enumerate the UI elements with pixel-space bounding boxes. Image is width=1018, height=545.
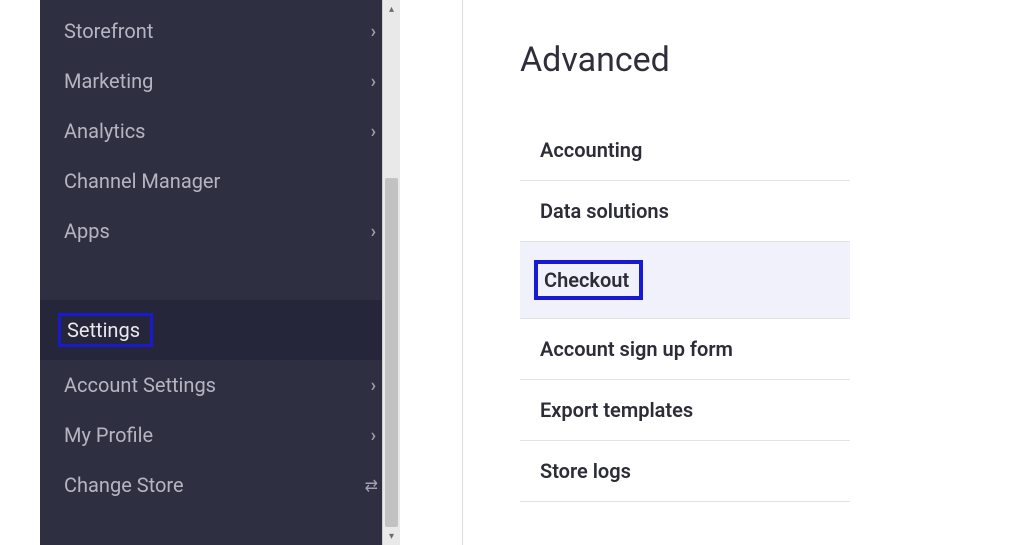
sidebar-item-storefront[interactable]: Storefront › bbox=[40, 6, 400, 56]
sidebar-item-change-store[interactable]: Change Store ⇄ bbox=[40, 460, 400, 510]
scrollbar-thumb[interactable] bbox=[385, 178, 398, 527]
page-title: Advanced bbox=[520, 40, 988, 80]
sidebar-item-label: Channel Manager bbox=[64, 169, 220, 193]
sidebar-item-account-settings[interactable]: Account Settings › bbox=[40, 360, 400, 410]
advanced-item-account-sign-up-form[interactable]: Account sign up form bbox=[520, 319, 850, 380]
sidebar-item-marketing[interactable]: Marketing › bbox=[40, 56, 400, 106]
sidebar-item-settings[interactable]: Settings bbox=[40, 300, 400, 360]
chevron-right-icon: › bbox=[371, 21, 376, 42]
sidebar-item-my-profile[interactable]: My Profile › bbox=[40, 410, 400, 460]
advanced-item-label: Checkout bbox=[544, 268, 629, 292]
sidebar: Storefront › Marketing › Analytics › Channel M… bbox=[40, 0, 400, 545]
vertical-divider bbox=[462, 0, 463, 545]
scrollbar-track[interactable]: ▴ ▾ bbox=[382, 0, 400, 545]
main-panel: Advanced Accounting Data solutions Checkou… bbox=[420, 0, 1018, 545]
sidebar-item-label: Apps bbox=[64, 219, 110, 243]
highlight-box: Checkout bbox=[534, 260, 643, 300]
sidebar-item-analytics[interactable]: Analytics › bbox=[40, 106, 400, 156]
sidebar-item-label: Storefront bbox=[64, 19, 153, 43]
advanced-item-export-templates[interactable]: Export templates bbox=[520, 380, 850, 441]
sidebar-item-label: My Profile bbox=[64, 423, 153, 447]
advanced-item-store-logs[interactable]: Store logs bbox=[520, 441, 850, 502]
chevron-right-icon: › bbox=[371, 221, 376, 242]
highlight-box: Settings bbox=[58, 313, 153, 347]
scroll-up-arrow-icon[interactable]: ▴ bbox=[383, 0, 400, 18]
sidebar-item-apps[interactable]: Apps › bbox=[40, 206, 400, 256]
scroll-down-arrow-icon[interactable]: ▾ bbox=[383, 527, 400, 545]
sidebar-item-label: Marketing bbox=[64, 69, 153, 93]
sidebar-item-channel-manager[interactable]: Channel Manager bbox=[40, 156, 400, 206]
advanced-item-label: Accounting bbox=[540, 138, 642, 162]
sidebar-container: Storefront › Marketing › Analytics › Channel M… bbox=[0, 0, 420, 545]
advanced-item-checkout[interactable]: Checkout bbox=[520, 242, 850, 319]
advanced-list: Accounting Data solutions Checkout Account … bbox=[520, 120, 850, 502]
advanced-item-label: Account sign up form bbox=[540, 337, 733, 361]
chevron-right-icon: › bbox=[371, 121, 376, 142]
chevron-right-icon: › bbox=[371, 375, 376, 396]
swap-icon: ⇄ bbox=[365, 476, 376, 495]
sidebar-spacer bbox=[40, 256, 400, 300]
sidebar-item-label: Analytics bbox=[64, 119, 146, 143]
sidebar-item-label: Change Store bbox=[64, 473, 184, 497]
advanced-item-label: Data solutions bbox=[540, 199, 669, 223]
chevron-right-icon: › bbox=[371, 425, 376, 446]
advanced-item-label: Export templates bbox=[540, 398, 693, 422]
advanced-item-accounting[interactable]: Accounting bbox=[520, 120, 850, 181]
sidebar-item-label: Account Settings bbox=[64, 373, 216, 397]
sidebar-item-label: Settings bbox=[67, 318, 140, 342]
advanced-item-data-solutions[interactable]: Data solutions bbox=[520, 181, 850, 242]
chevron-right-icon: › bbox=[371, 71, 376, 92]
advanced-item-label: Store logs bbox=[540, 459, 631, 483]
